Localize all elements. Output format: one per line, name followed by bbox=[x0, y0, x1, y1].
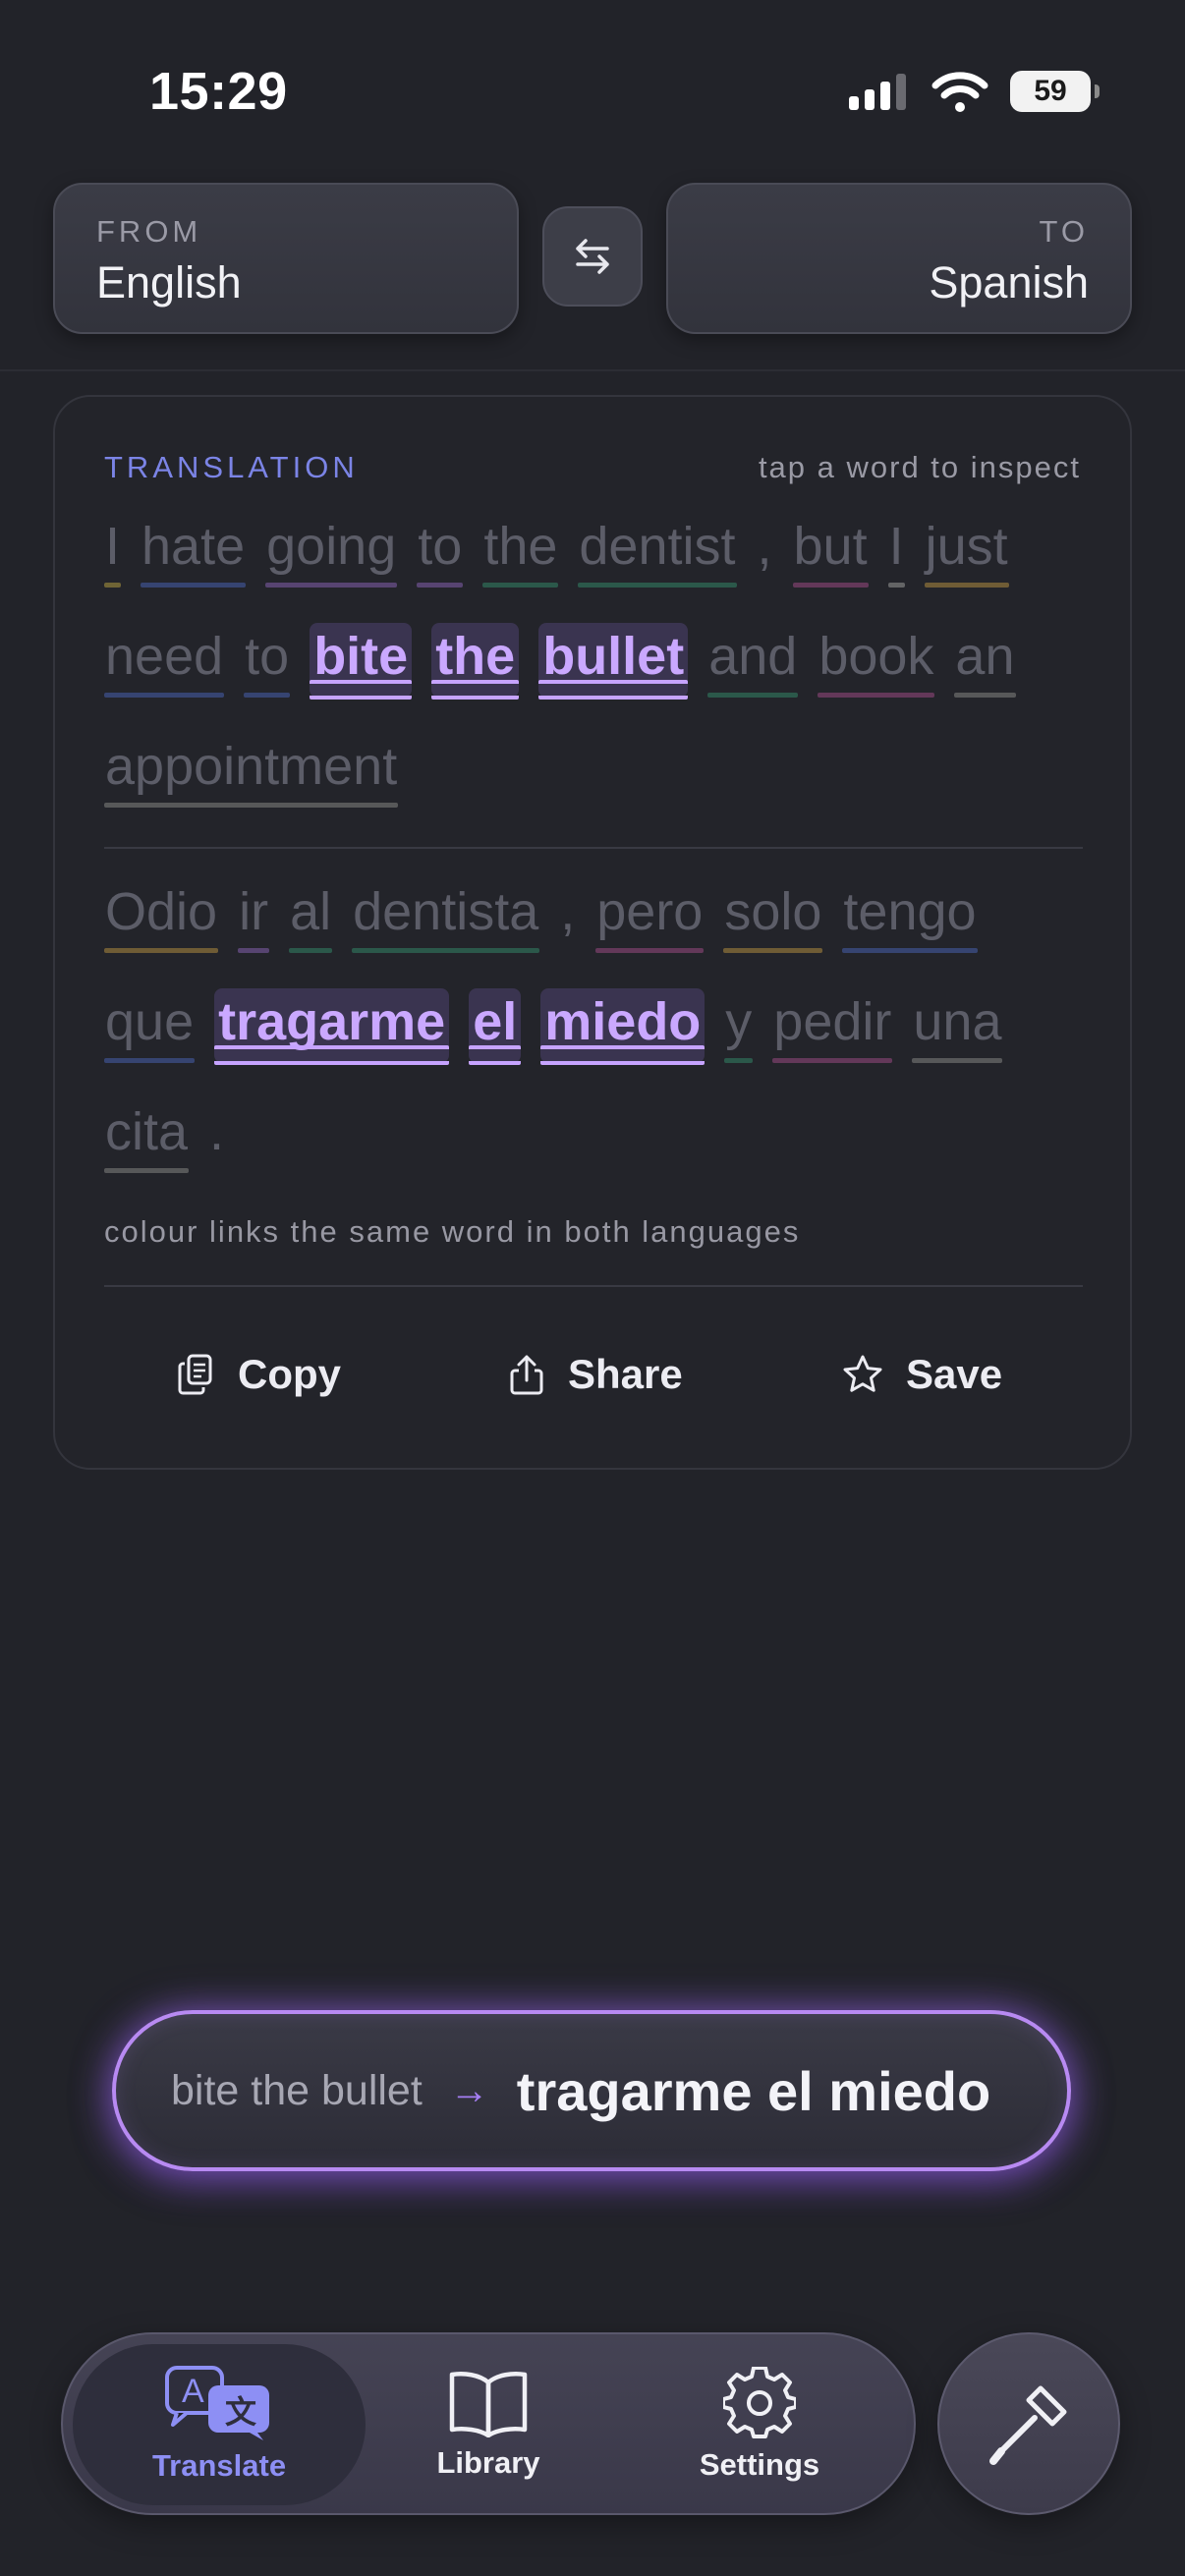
copy-icon bbox=[178, 1354, 212, 1395]
word-token[interactable]: going bbox=[265, 513, 398, 588]
highlighted-word[interactable]: the bbox=[431, 623, 520, 700]
highlighted-word[interactable]: el bbox=[469, 988, 522, 1065]
word-token[interactable]: dentist bbox=[578, 513, 737, 588]
sentence-divider bbox=[104, 847, 1083, 849]
header-divider bbox=[0, 369, 1185, 371]
word-token[interactable]: I bbox=[887, 513, 905, 588]
word-token[interactable]: una bbox=[912, 988, 1003, 1063]
battery-indicator: 59 bbox=[1010, 71, 1100, 112]
share-icon bbox=[510, 1355, 543, 1395]
screwdriver-icon bbox=[989, 2385, 1067, 2465]
word-token[interactable]: an bbox=[954, 623, 1016, 698]
tab-library[interactable]: Library bbox=[350, 2344, 627, 2505]
copy-label: Copy bbox=[238, 1351, 341, 1397]
tab-settings[interactable]: Settings bbox=[621, 2344, 898, 2505]
word-token[interactable]: but bbox=[792, 513, 869, 588]
tab-library-label: Library bbox=[436, 2445, 540, 2480]
tab-translate[interactable]: A 文 Translate bbox=[73, 2344, 366, 2505]
word-token[interactable]: solo bbox=[723, 878, 823, 953]
phrase-target: tragarme el miedo bbox=[516, 2059, 991, 2122]
gear-icon bbox=[723, 2367, 796, 2438]
status-icons: 59 bbox=[847, 71, 1100, 112]
word-token[interactable]: book bbox=[818, 623, 935, 698]
word-token[interactable]: ir bbox=[238, 878, 270, 953]
share-button[interactable]: Share bbox=[507, 1311, 683, 1438]
word-token[interactable]: que bbox=[104, 988, 196, 1063]
card-actions: Copy Share Save bbox=[55, 1311, 1130, 1438]
battery-level: 59 bbox=[1034, 75, 1067, 107]
word-token[interactable]: I bbox=[104, 513, 122, 588]
word-token[interactable]: , bbox=[757, 513, 773, 588]
word-token[interactable]: appointment bbox=[104, 733, 399, 808]
signal-icon bbox=[849, 74, 906, 110]
tab-bar: A 文 Translate Library Settings bbox=[61, 2332, 916, 2515]
highlighted-word[interactable]: bullet bbox=[538, 623, 689, 700]
source-sentence: Ihate going to the dentist, but Ijust need to bit… bbox=[104, 513, 1087, 808]
word-token[interactable]: need bbox=[104, 623, 225, 698]
save-label: Save bbox=[906, 1351, 1003, 1397]
word-token[interactable]: tengo bbox=[842, 878, 978, 953]
colour-legend: colour links the same word in both langu… bbox=[104, 1214, 801, 1249]
copy-button[interactable]: Copy bbox=[177, 1311, 341, 1438]
word-token[interactable]: pedir bbox=[772, 988, 893, 1063]
share-label: Share bbox=[568, 1351, 683, 1397]
swap-arrows-icon bbox=[576, 239, 609, 274]
actions-divider bbox=[104, 1285, 1083, 1287]
swap-languages-button[interactable] bbox=[542, 206, 643, 307]
word-token[interactable]: . bbox=[208, 1098, 225, 1173]
word-token[interactable]: Odio bbox=[104, 878, 219, 953]
selected-phrase-pill[interactable]: bite the bullet → tragarme el miedo bbox=[112, 2010, 1071, 2171]
tab-translate-label: Translate bbox=[151, 2448, 287, 2483]
to-language: Spanish bbox=[929, 257, 1089, 308]
from-language-selector[interactable]: FROM English bbox=[53, 183, 519, 334]
book-icon bbox=[449, 2372, 528, 2437]
to-language-selector[interactable]: TO Spanish bbox=[666, 183, 1132, 334]
highlighted-word[interactable]: miedo bbox=[540, 988, 705, 1065]
from-language: English bbox=[96, 257, 242, 308]
highlighted-word[interactable]: bite bbox=[310, 623, 413, 700]
word-token[interactable]: just bbox=[924, 513, 1009, 588]
word-token[interactable]: pero bbox=[595, 878, 705, 953]
tool-button[interactable] bbox=[937, 2332, 1120, 2515]
wifi-icon bbox=[931, 72, 988, 112]
word-token[interactable]: and bbox=[707, 623, 799, 698]
phrase-source: bite the bullet bbox=[171, 2066, 423, 2114]
to-caption: TO bbox=[1039, 214, 1089, 249]
save-button[interactable]: Save bbox=[841, 1311, 1002, 1438]
word-token[interactable]: cita bbox=[104, 1098, 190, 1173]
tab-settings-label: Settings bbox=[699, 2447, 820, 2482]
card-label: TRANSLATION bbox=[104, 450, 359, 484]
target-sentence: Odio ir al dentista, pero solo tengo que tragarm… bbox=[104, 878, 1087, 1173]
svg-text:A: A bbox=[182, 2373, 204, 2410]
card-hint: tap a word to inspect bbox=[758, 450, 1081, 484]
status-time: 15:29 bbox=[149, 62, 288, 121]
word-token[interactable]: y bbox=[724, 988, 754, 1063]
word-token[interactable]: the bbox=[482, 513, 559, 588]
word-token[interactable]: to bbox=[244, 623, 291, 698]
word-token[interactable]: hate bbox=[141, 513, 247, 588]
arrow-right-icon: → bbox=[449, 2068, 489, 2112]
word-token[interactable]: to bbox=[417, 513, 464, 588]
word-token[interactable]: dentista bbox=[352, 878, 540, 953]
word-token[interactable]: al bbox=[289, 878, 333, 953]
word-token[interactable]: , bbox=[559, 878, 576, 953]
star-icon bbox=[843, 1355, 882, 1392]
svg-text:文: 文 bbox=[225, 2393, 256, 2431]
translation-card: TRANSLATION tap a word to inspect Ihate g… bbox=[53, 395, 1132, 1470]
highlighted-word[interactable]: tragarme bbox=[214, 988, 450, 1065]
from-caption: FROM bbox=[96, 214, 202, 249]
translate-icon: A 文 bbox=[165, 2366, 269, 2440]
